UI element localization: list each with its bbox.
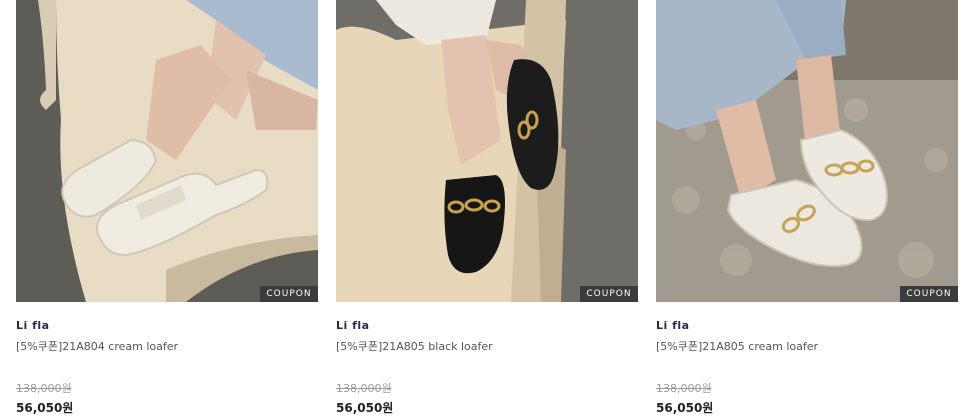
cream-loafer-photo-icon [16,0,318,302]
black-loafer-photo-icon [336,0,638,302]
product-name[interactable]: [5%쿠폰]21A804 cream loafer [16,338,178,354]
product-image-link[interactable]: COUPON [336,0,638,302]
coupon-badge: COUPON [900,286,958,302]
product-name[interactable]: [5%쿠폰]21A805 black loafer [336,338,493,354]
product-image-link[interactable]: COUPON [16,0,318,302]
brand-name[interactable]: Li fla [16,319,50,332]
original-price: 138,000원 [16,382,72,395]
brand-name[interactable]: Li fla [336,319,370,332]
sale-price: 56,050원 [656,401,714,415]
sale-price: 56,050원 [16,401,74,415]
product-name[interactable]: [5%쿠폰]21A805 cream loafer [656,338,818,354]
product-card: COUPON Li fla [5%쿠폰]21A805 black loafer … [336,0,638,415]
brand-name[interactable]: Li fla [656,319,690,332]
coupon-badge: COUPON [580,286,638,302]
product-image-link[interactable]: COUPON [656,0,958,302]
coupon-badge: COUPON [260,286,318,302]
original-price: 138,000원 [656,382,712,395]
product-card: COUPON Li fla [5%쿠폰]21A804 cream loafer … [16,0,318,415]
sale-price: 56,050원 [336,401,394,415]
product-card: COUPON Li fla [5%쿠폰]21A805 cream loafer … [656,0,958,415]
product-grid: COUPON Li fla [5%쿠폰]21A804 cream loafer … [0,0,965,420]
cream-chain-loafer-photo-icon [656,0,958,302]
original-price: 138,000원 [336,382,392,395]
